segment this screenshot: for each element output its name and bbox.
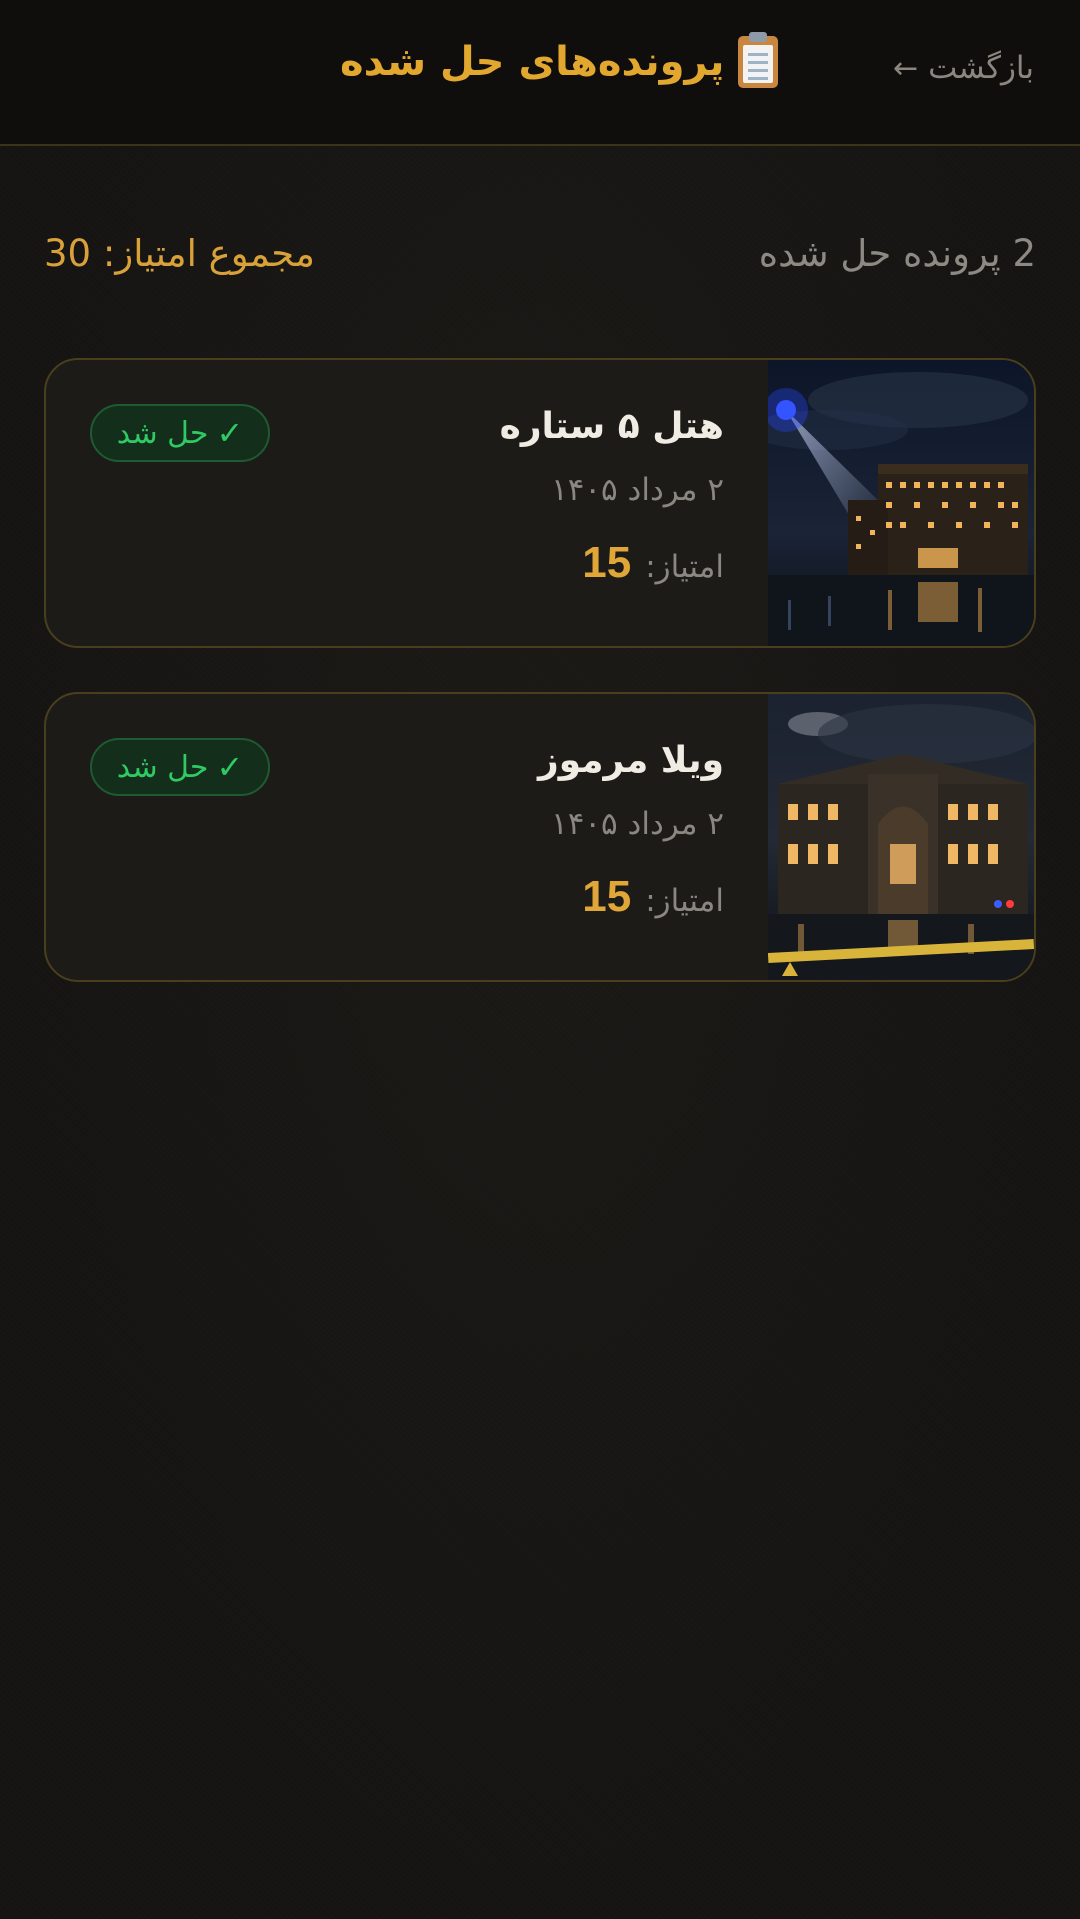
arrow-left-icon: ←: [892, 50, 919, 86]
status-badge: ✓ حل شد: [90, 738, 270, 796]
score-label: امتیاز:: [645, 549, 724, 585]
case-thumbnail-villa: [768, 694, 1034, 980]
case-card-hotel[interactable]: هتل ۵ ستاره ۲ مرداد ۱۴۰۵ امتیاز: 15 ✓ حل…: [44, 358, 1036, 648]
status-label: حل شد: [116, 415, 209, 451]
case-title: هتل ۵ ستاره: [499, 406, 724, 447]
score-value: 15: [582, 872, 632, 921]
back-label: بازگشت: [928, 50, 1034, 86]
clipboard-icon: [738, 32, 779, 88]
total-score: مجموع امتیاز: 30: [44, 232, 315, 275]
page-title: پرونده‌های حل شده: [340, 30, 779, 94]
case-date: ۲ مرداد ۱۴۰۵: [551, 472, 724, 508]
case-card-villa[interactable]: ویلا مرموز ۲ مرداد ۱۴۰۵ امتیاز: 15 ✓ حل …: [44, 692, 1036, 982]
status-badge: ✓ حل شد: [90, 404, 270, 462]
score-label: امتیاز:: [645, 883, 724, 919]
score-value: 15: [582, 538, 632, 587]
case-score: امتیاز: 15: [582, 538, 724, 588]
status-label: حل شد: [116, 749, 209, 785]
back-button[interactable]: بازگشت ←: [893, 44, 1034, 92]
summary-row: 2 پرونده حل شده مجموع امتیاز: 30: [44, 232, 1036, 288]
case-score: امتیاز: 15: [582, 872, 724, 922]
case-thumbnail-hotel: [768, 360, 1034, 646]
solved-count: 2 پرونده حل شده: [758, 232, 1036, 275]
case-date: ۲ مرداد ۱۴۰۵: [551, 806, 724, 842]
case-title: ویلا مرموز: [537, 740, 724, 781]
page-title-text: پرونده‌های حل شده: [340, 39, 725, 85]
top-bar: پرونده‌های حل شده بازگشت ←: [0, 0, 1080, 146]
checkmark-icon: ✓: [216, 414, 244, 452]
checkmark-icon: ✓: [216, 748, 244, 786]
